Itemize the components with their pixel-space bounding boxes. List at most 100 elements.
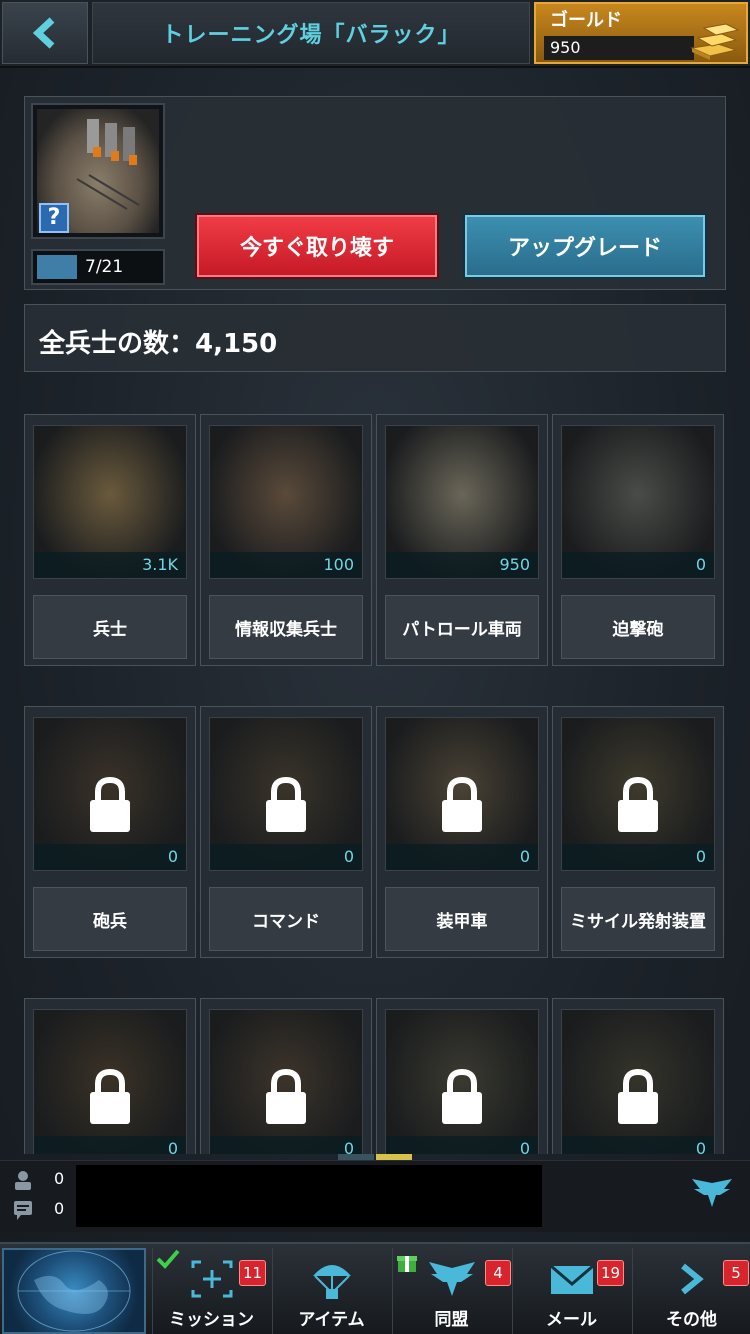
lock-icon — [90, 776, 130, 832]
unit-count: 0 — [167, 1139, 178, 1154]
level-progress: 7/21 — [31, 249, 165, 285]
unit-count: 100 — [323, 555, 354, 574]
lock-icon — [618, 1068, 658, 1124]
unit-card[interactable]: 0 砲兵 — [24, 706, 196, 958]
unit-card[interactable]: 950 パトロール車両 — [376, 414, 548, 666]
unit-name: 情報収集兵士 — [209, 595, 363, 659]
unit-portrait: 0 — [561, 425, 715, 579]
level-progress-fill — [37, 255, 77, 279]
chat-message-area[interactable] — [76, 1165, 542, 1227]
globe-icon — [17, 1250, 131, 1332]
alliance-eagle-icon — [429, 1262, 475, 1296]
lock-icon — [442, 776, 482, 832]
upgrade-button[interactable]: アップグレード — [465, 215, 705, 277]
unit-count-strip — [34, 1136, 186, 1154]
gold-label: ゴールド — [550, 10, 622, 31]
lock-icon — [266, 776, 306, 832]
unit-portrait: 0 — [561, 717, 715, 871]
chevron-right-icon — [681, 1263, 704, 1295]
info-badge[interactable]: ? — [39, 203, 69, 233]
building-thumbnail[interactable]: ? — [31, 103, 165, 239]
lock-icon — [90, 1068, 130, 1124]
nav-mail[interactable]: 19 メール — [512, 1248, 630, 1334]
unit-count: 0 — [343, 1139, 354, 1154]
unit-name: 兵士 — [33, 595, 187, 659]
bottom-nav: 11 ミッション アイテム 4 同盟 19 メール 5 その他 — [0, 1242, 750, 1334]
unit-count: 0 — [519, 847, 530, 866]
gold-value-box: 950 — [544, 36, 694, 60]
unit-card[interactable]: 100 情報収集兵士 — [200, 414, 372, 666]
unit-card[interactable]: 0 — [24, 998, 196, 1154]
unit-count-strip — [562, 844, 714, 870]
unit-name: 迫撃砲 — [561, 595, 715, 659]
unit-portrait: 0 — [209, 717, 363, 871]
players-count: 0 — [54, 1169, 65, 1188]
unit-count: 950 — [499, 555, 530, 574]
chat-bar[interactable]: 0 0 — [0, 1160, 750, 1232]
messages-count: 0 — [54, 1199, 65, 1218]
nav-alliance[interactable]: 4 同盟 — [392, 1248, 511, 1334]
page-title-bar: トレーニング場「バラック」 — [92, 2, 530, 64]
gold-display[interactable]: ゴールド 950 — [534, 2, 748, 64]
unit-count: 3.1K — [142, 555, 178, 574]
unit-name: 砲兵 — [33, 887, 187, 951]
nav-missions[interactable]: 11 ミッション — [152, 1248, 270, 1334]
unit-card[interactable]: 0 ミサイル発射装置 — [552, 706, 724, 958]
unit-card[interactable]: 0 — [200, 998, 372, 1154]
unit-count-strip — [562, 552, 714, 578]
gift-icon — [397, 1256, 417, 1272]
unit-count: 0 — [343, 847, 354, 866]
checkmark-icon — [156, 1249, 180, 1269]
unit-card[interactable]: 3.1K 兵士 — [24, 414, 196, 666]
unit-count-strip — [210, 844, 362, 870]
lock-icon — [266, 1068, 306, 1124]
mail-label: メール — [546, 1310, 597, 1330]
unit-name: パトロール車両 — [385, 595, 539, 659]
unit-portrait: 0 — [561, 1009, 715, 1154]
back-button[interactable] — [2, 2, 88, 64]
unit-portrait: 0 — [385, 1009, 539, 1154]
unit-card[interactable]: 0 コマンド — [200, 706, 372, 958]
unit-count-strip — [386, 844, 538, 870]
lock-icon — [618, 776, 658, 832]
lock-icon — [442, 1068, 482, 1124]
unit-card[interactable]: 0 — [552, 998, 724, 1154]
alliance-label: 同盟 — [434, 1310, 469, 1330]
chat-bubble-icon — [14, 1201, 32, 1220]
unit-count: 0 — [695, 1139, 706, 1154]
unit-card[interactable]: 0 — [376, 998, 548, 1154]
unit-count: 0 — [695, 555, 706, 574]
unit-portrait: 0 — [209, 1009, 363, 1154]
mission-target-icon — [191, 1260, 233, 1298]
player-icon — [15, 1171, 31, 1190]
total-soldiers-text: 全兵士の数：4,150 — [39, 329, 278, 359]
alliance-eagle-icon[interactable] — [690, 1175, 734, 1211]
unit-portrait: 950 — [385, 425, 539, 579]
unit-card[interactable]: 0 装甲車 — [376, 706, 548, 958]
unit-portrait: 0 — [33, 1009, 187, 1154]
other-label: その他 — [666, 1310, 717, 1330]
unit-count: 0 — [167, 847, 178, 866]
missions-badge: 11 — [239, 1260, 267, 1286]
unit-name: コマンド — [209, 887, 363, 951]
nav-other[interactable]: 5 その他 — [632, 1248, 750, 1334]
page-title: トレーニング場「バラック」 — [161, 23, 461, 48]
destroy-now-button[interactable]: 今すぐ取り壊す — [197, 215, 437, 277]
level-text: 7/21 — [85, 257, 124, 277]
world-map-radar-button[interactable] — [2, 1248, 146, 1334]
parachute-supply-icon — [313, 1265, 351, 1299]
alliance-badge: 4 — [485, 1260, 511, 1286]
unit-count-strip — [386, 1136, 538, 1154]
unit-grid: 3.1K 兵士 100 情報収集兵士 950 パトロール車両 0 迫撃砲 0 砲兵 0 コマンド 0 装甲… — [24, 414, 730, 1154]
unit-portrait: 0 — [33, 717, 187, 871]
unit-name: 装甲車 — [385, 887, 539, 951]
back-chevron-icon — [32, 17, 55, 49]
items-label: アイテム — [298, 1310, 365, 1330]
header: トレーニング場「バラック」 ゴールド 950 — [0, 0, 750, 68]
unit-portrait: 0 — [385, 717, 539, 871]
nav-items[interactable]: アイテム — [272, 1248, 390, 1334]
total-soldiers-bar: 全兵士の数：4,150 — [24, 304, 726, 372]
unit-count-strip — [210, 1136, 362, 1154]
gold-value: 950 — [550, 38, 581, 57]
unit-card[interactable]: 0 迫撃砲 — [552, 414, 724, 666]
